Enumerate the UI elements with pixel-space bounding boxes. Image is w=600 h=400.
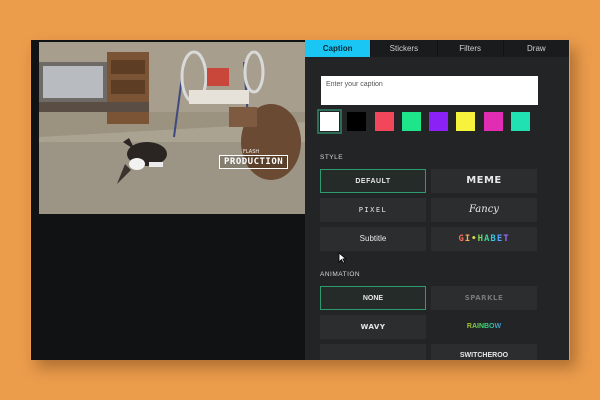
alphabet-label: GI•HABET <box>458 234 510 244</box>
color-swatch-yellow[interactable] <box>456 112 476 131</box>
mouse-pointer-icon <box>338 252 347 264</box>
tab-draw[interactable]: Draw <box>504 40 569 57</box>
animation-option-wavy[interactable]: WAVY <box>320 315 426 339</box>
color-swatch-black[interactable] <box>347 112 367 131</box>
color-swatch-green[interactable] <box>401 112 421 131</box>
color-swatches <box>317 109 531 134</box>
color-swatch-teal[interactable] <box>511 112 531 131</box>
tab-caption[interactable]: Caption <box>305 40 372 57</box>
watermark: PRODUCTION <box>219 155 289 169</box>
animation-option-sparkle[interactable]: SPARKLE <box>431 286 537 310</box>
animation-option-blank[interactable] <box>320 344 426 360</box>
animation-section-label: ANIMATION <box>320 271 361 278</box>
caption-placeholder: Enter your caption <box>326 81 383 88</box>
animation-option-switcheroo[interactable]: SWITCHEROO <box>431 344 537 360</box>
style-option-default[interactable]: DEFAULT <box>320 169 426 193</box>
style-option-subtitle[interactable]: Subtitle <box>320 227 426 251</box>
editor-window: FLASH PRODUCTION Caption Stickers Filter… <box>31 40 569 360</box>
style-option-fancy[interactable]: Fancy <box>431 198 537 222</box>
style-option-pixel[interactable]: PIXEL <box>320 198 426 222</box>
color-swatch-purple[interactable] <box>429 112 449 131</box>
editor-panel: Caption Stickers Filters Draw Enter your… <box>305 40 569 360</box>
video-frame-illustration <box>39 42 306 214</box>
tab-filters[interactable]: Filters <box>438 40 504 57</box>
color-swatch-magenta[interactable] <box>483 112 503 131</box>
color-swatch-white[interactable] <box>317 109 342 134</box>
caption-input[interactable]: Enter your caption <box>321 76 538 105</box>
tab-stickers[interactable]: Stickers <box>371 40 438 57</box>
animation-option-none[interactable]: NONE <box>320 286 426 310</box>
gif-preview[interactable]: FLASH PRODUCTION <box>39 42 306 214</box>
style-section-label: STYLE <box>320 154 344 161</box>
tab-bar: Caption Stickers Filters Draw <box>305 40 569 57</box>
style-option-meme[interactable]: MEME <box>431 169 537 193</box>
color-swatch-red[interactable] <box>374 112 394 131</box>
animation-option-rainbow[interactable]: RAINBOW <box>431 315 537 339</box>
style-option-alphabet[interactable]: GI•HABET <box>431 227 537 251</box>
